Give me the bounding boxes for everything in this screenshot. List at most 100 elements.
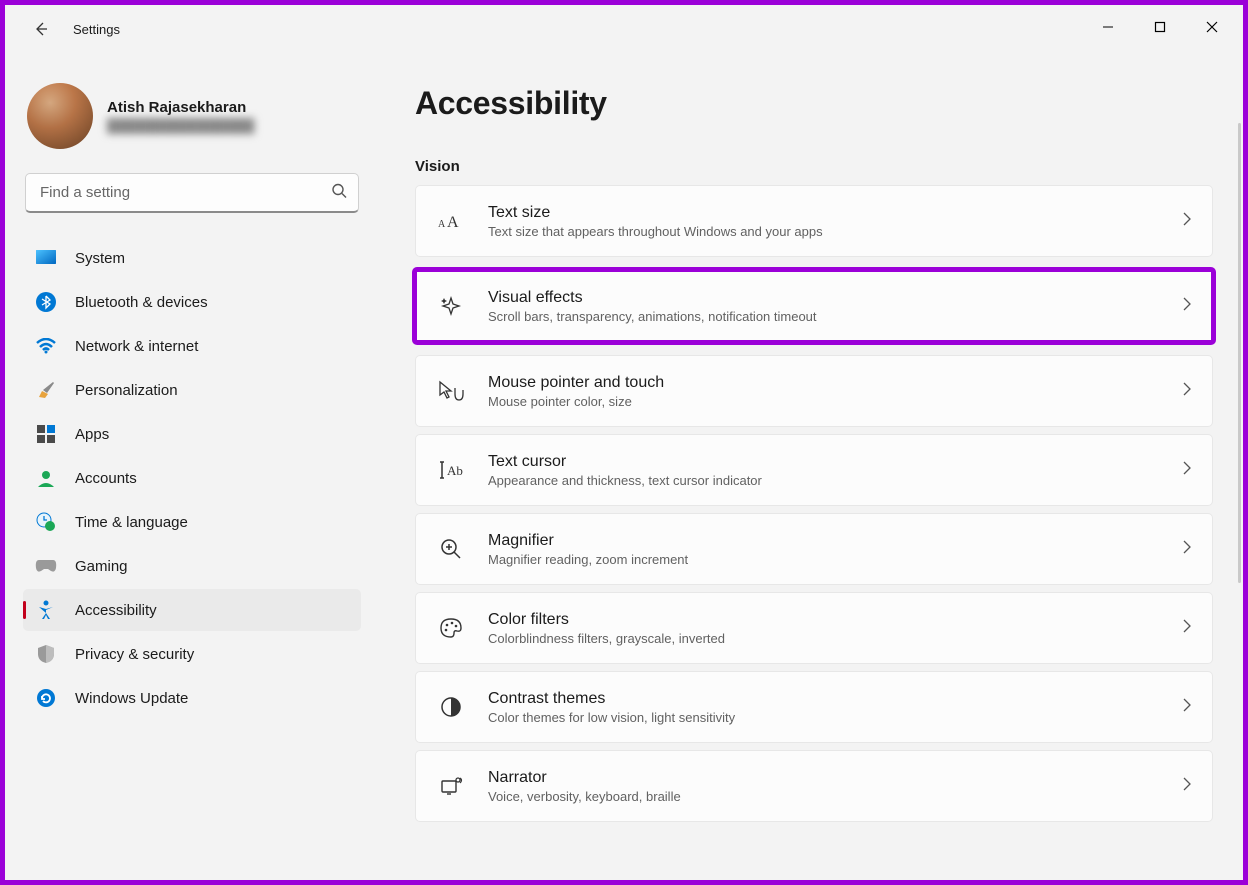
section-label: Vision — [415, 158, 1213, 175]
sidebar-item-gaming[interactable]: Gaming — [23, 545, 361, 587]
search-icon — [331, 183, 347, 204]
sidebar-item-apps[interactable]: Apps — [23, 413, 361, 455]
minimize-button[interactable] — [1085, 11, 1131, 43]
wifi-icon — [35, 335, 57, 357]
back-button[interactable] — [25, 13, 57, 45]
accessibility-card-list: AA Text size Text size that appears thro… — [415, 185, 1213, 822]
card-desc: Appearance and thickness, text cursor in… — [488, 473, 1182, 488]
titlebar: Settings — [5, 5, 1243, 53]
card-text-cursor[interactable]: Ab Text cursor Appearance and thickness,… — [415, 434, 1213, 506]
magnifier-plus-icon — [432, 530, 470, 568]
chevron-right-icon — [1182, 212, 1192, 231]
sidebar-item-label: Accessibility — [75, 602, 157, 619]
gamepad-icon — [35, 555, 57, 577]
sidebar-item-bluetooth[interactable]: Bluetooth & devices — [23, 281, 361, 323]
chevron-right-icon — [1182, 619, 1192, 638]
card-title: Contrast themes — [488, 690, 1182, 708]
sidebar-item-label: Time & language — [75, 514, 188, 531]
chevron-right-icon — [1182, 461, 1192, 480]
system-icon — [35, 247, 57, 269]
card-visual-effects[interactable]: Visual effects Scroll bars, transparency… — [415, 270, 1213, 342]
user-name: Atish Rajasekharan — [107, 99, 254, 116]
sidebar-item-label: Gaming — [75, 558, 128, 575]
sidebar-item-label: Network & internet — [75, 338, 198, 355]
card-title: Color filters — [488, 611, 1182, 629]
main-content: Accessibility Vision AA Text size Text s… — [375, 63, 1243, 880]
scrollbar[interactable] — [1238, 123, 1241, 583]
card-contrast-themes[interactable]: Contrast themes Color themes for low vis… — [415, 671, 1213, 743]
svg-text:A: A — [438, 219, 446, 230]
card-desc: Magnifier reading, zoom increment — [488, 552, 1182, 567]
sparkle-icon — [432, 287, 470, 325]
sidebar-item-label: Personalization — [75, 382, 178, 399]
search-input[interactable] — [25, 173, 359, 213]
user-email: ████████████████ — [107, 118, 254, 133]
sidebar-item-accessibility[interactable]: Accessibility — [23, 589, 361, 631]
card-desc: Mouse pointer color, size — [488, 394, 1182, 409]
user-block[interactable]: Atish Rajasekharan ████████████████ — [23, 79, 361, 165]
card-title: Text size — [488, 204, 1182, 222]
sidebar-item-time[interactable]: Time & language — [23, 501, 361, 543]
sidebar-item-update[interactable]: Windows Update — [23, 677, 361, 719]
sidebar-item-personalization[interactable]: Personalization — [23, 369, 361, 411]
chevron-right-icon — [1182, 297, 1192, 316]
card-desc: Color themes for low vision, light sensi… — [488, 710, 1182, 725]
card-desc: Text size that appears throughout Window… — [488, 224, 1182, 239]
card-title: Magnifier — [488, 532, 1182, 550]
close-icon — [1206, 21, 1218, 33]
accounts-icon — [35, 467, 57, 489]
sidebar-item-label: System — [75, 250, 125, 267]
card-mouse-pointer[interactable]: Mouse pointer and touch Mouse pointer co… — [415, 355, 1213, 427]
sidebar-item-label: Privacy & security — [75, 646, 194, 663]
window-controls — [1085, 11, 1235, 43]
palette-icon — [432, 609, 470, 647]
chevron-right-icon — [1182, 777, 1192, 796]
sidebar-item-label: Apps — [75, 426, 109, 443]
nav-list: System Bluetooth & devices Network & int… — [23, 237, 361, 719]
card-magnifier[interactable]: Magnifier Magnifier reading, zoom increm… — [415, 513, 1213, 585]
sidebar-item-network[interactable]: Network & internet — [23, 325, 361, 367]
card-desc: Colorblindness filters, grayscale, inver… — [488, 631, 1182, 646]
cursor-touch-icon — [432, 372, 470, 410]
window-title: Settings — [73, 22, 120, 37]
chevron-right-icon — [1182, 382, 1192, 401]
card-color-filters[interactable]: Color filters Colorblindness filters, gr… — [415, 592, 1213, 664]
card-narrator[interactable]: Narrator Voice, verbosity, keyboard, bra… — [415, 750, 1213, 822]
text-size-icon: AA — [432, 202, 470, 240]
bluetooth-icon — [35, 291, 57, 313]
arrow-left-icon — [33, 21, 49, 37]
card-title: Text cursor — [488, 453, 1182, 471]
sidebar-item-label: Accounts — [75, 470, 137, 487]
minimize-icon — [1102, 21, 1114, 33]
sidebar: Atish Rajasekharan ████████████████ Syst… — [5, 63, 375, 880]
page-title: Accessibility — [415, 85, 1213, 122]
sidebar-item-label: Windows Update — [75, 690, 188, 707]
card-desc: Scroll bars, transparency, animations, n… — [488, 309, 1182, 324]
chevron-right-icon — [1182, 540, 1192, 559]
accessibility-icon — [35, 599, 57, 621]
brush-icon — [35, 379, 57, 401]
card-title: Narrator — [488, 769, 1182, 787]
card-desc: Voice, verbosity, keyboard, braille — [488, 789, 1182, 804]
text-cursor-icon: Ab — [432, 451, 470, 489]
card-title: Mouse pointer and touch — [488, 374, 1182, 392]
contrast-icon — [432, 688, 470, 726]
narrator-icon — [432, 767, 470, 805]
card-title: Visual effects — [488, 289, 1182, 307]
svg-text:Ab: Ab — [447, 463, 463, 478]
maximize-icon — [1154, 21, 1166, 33]
apps-icon — [35, 423, 57, 445]
avatar — [27, 83, 93, 149]
maximize-button[interactable] — [1137, 11, 1183, 43]
card-text-size[interactable]: AA Text size Text size that appears thro… — [415, 185, 1213, 257]
sidebar-item-accounts[interactable]: Accounts — [23, 457, 361, 499]
sidebar-item-privacy[interactable]: Privacy & security — [23, 633, 361, 675]
close-button[interactable] — [1189, 11, 1235, 43]
chevron-right-icon — [1182, 698, 1192, 717]
svg-text:A: A — [447, 214, 459, 231]
sidebar-item-system[interactable]: System — [23, 237, 361, 279]
shield-icon — [35, 643, 57, 665]
clock-globe-icon — [35, 511, 57, 533]
update-icon — [35, 687, 57, 709]
search-wrap — [25, 173, 359, 213]
